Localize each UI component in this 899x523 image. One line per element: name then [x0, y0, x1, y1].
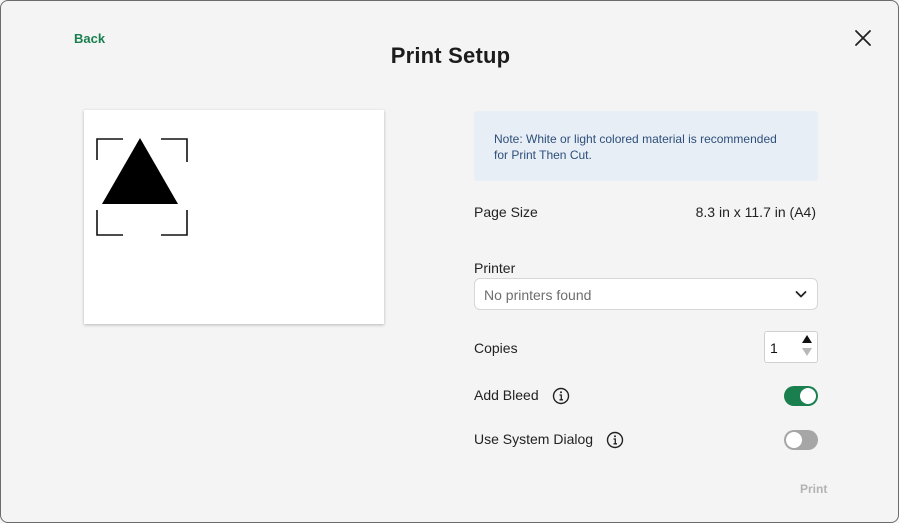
preview-canvas: [96, 138, 188, 236]
system-dialog-row: Use System Dialog: [474, 431, 624, 449]
note-text-line-1: Note: White or light colored material is…: [494, 132, 777, 146]
registration-mark-top-right: [161, 138, 188, 162]
copies-value[interactable]: 1: [770, 340, 778, 356]
registration-mark-top-left: [96, 138, 123, 160]
add-bleed-label: Add Bleed: [474, 387, 539, 403]
registration-mark-bottom-right: [161, 210, 188, 236]
print-preview: [84, 110, 384, 324]
system-dialog-toggle[interactable]: [784, 430, 818, 450]
note-text-line-2: for Print Then Cut.: [494, 148, 592, 162]
page-title: Print Setup: [390, 43, 511, 68]
close-button[interactable]: [851, 26, 875, 50]
page-size-label: Page Size: [474, 204, 538, 220]
info-icon[interactable]: [552, 387, 570, 405]
add-bleed-row: Add Bleed: [474, 387, 570, 405]
system-dialog-label: Use System Dialog: [474, 431, 594, 447]
print-button[interactable]: Print: [800, 482, 827, 496]
toggle-knob: [800, 388, 816, 404]
material-note: Note: White or light colored material is…: [474, 111, 818, 181]
page-size-value: 8.3 in x 11.7 in (A4): [695, 204, 816, 220]
triangle-design: [102, 138, 178, 204]
copies-label: Copies: [474, 340, 518, 356]
chevron-down-icon: [795, 291, 807, 298]
add-bleed-toggle[interactable]: [784, 386, 818, 406]
stepper-up-icon[interactable]: [801, 334, 813, 344]
stepper-down-icon[interactable]: [801, 347, 813, 357]
close-icon: [855, 30, 871, 46]
registration-mark-bottom-left: [96, 210, 123, 236]
printer-select-value: No printers found: [484, 287, 592, 303]
print-setup-dialog: Back Print Setup Note: White or light co…: [0, 0, 899, 523]
printer-select[interactable]: No printers found: [474, 278, 818, 310]
info-icon[interactable]: [606, 431, 624, 449]
printer-label: Printer: [474, 260, 516, 276]
copies-stepper[interactable]: 1: [764, 331, 818, 363]
toggle-knob: [786, 432, 802, 448]
